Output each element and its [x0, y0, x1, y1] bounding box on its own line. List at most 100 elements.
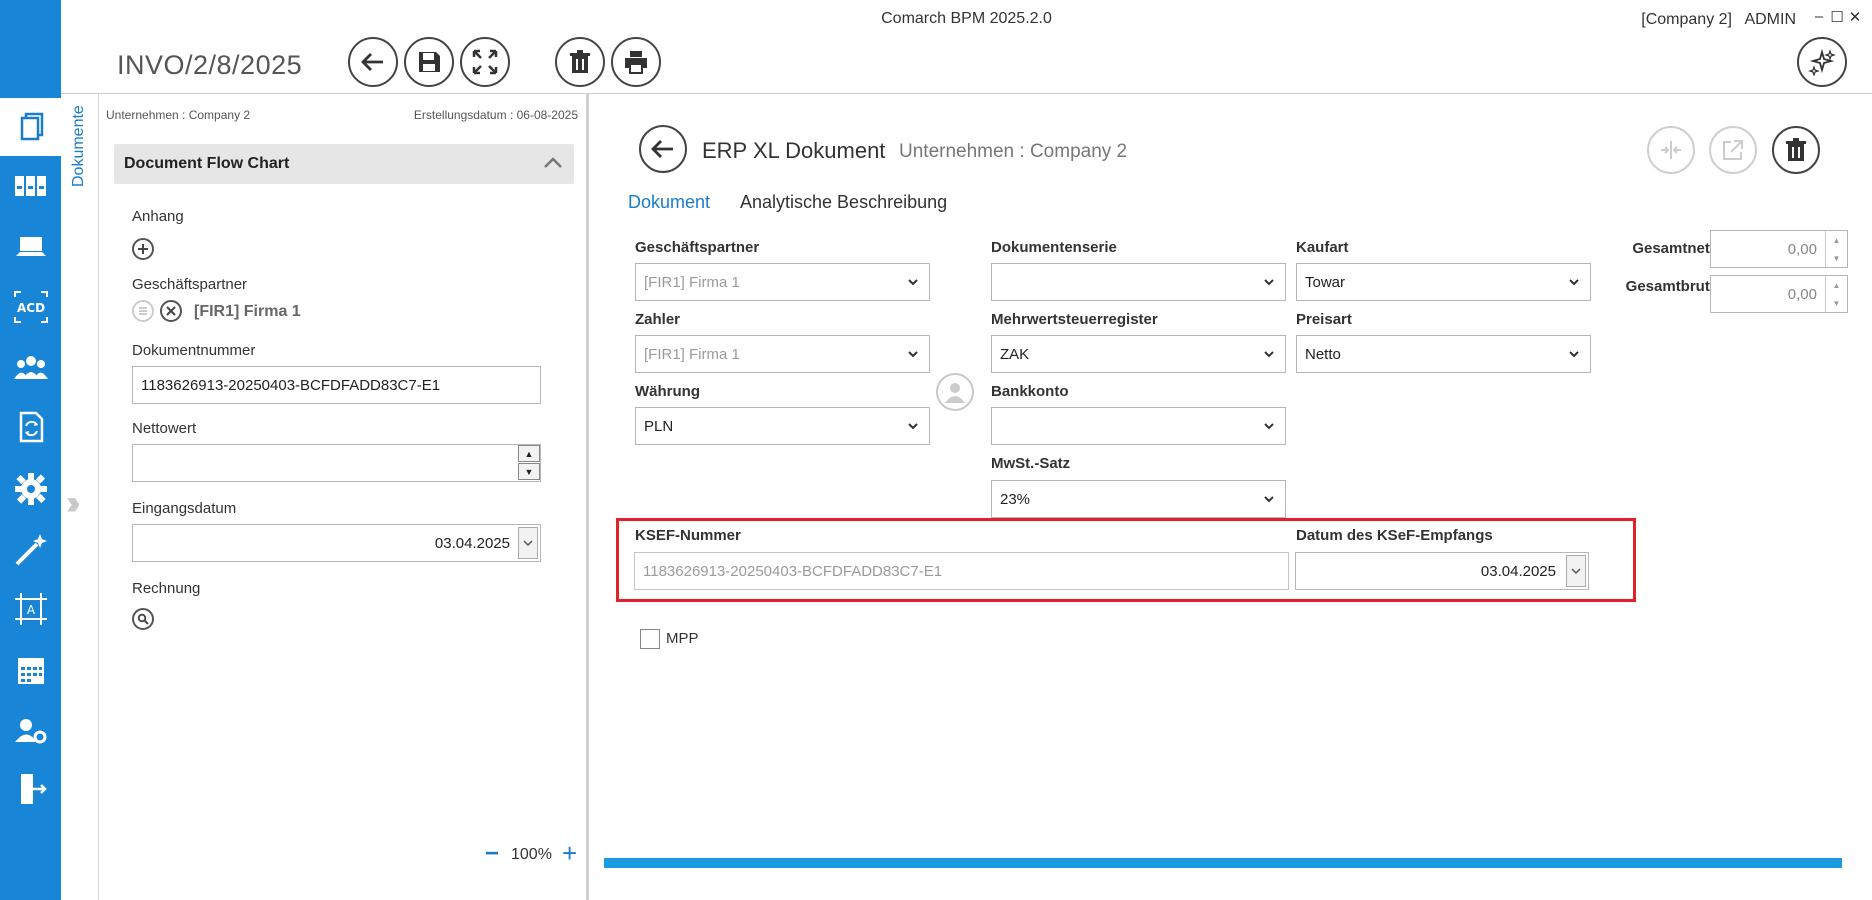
- tab-dokument[interactable]: Dokument: [628, 192, 710, 213]
- spin-down-button[interactable]: ▼: [518, 463, 540, 480]
- add-attachment-button[interactable]: [132, 238, 154, 260]
- flow-chart-header[interactable]: Document Flow Chart: [114, 144, 574, 184]
- minimize-button[interactable]: –: [1810, 8, 1828, 25]
- chevron-down-icon: [1264, 496, 1274, 503]
- ksef-date-field[interactable]: 03.04.2025: [1295, 552, 1589, 590]
- purchase-type-dropdown-value: Towar: [1305, 274, 1346, 291]
- spin-up-button[interactable]: ▲: [518, 445, 540, 462]
- documents-icon: [20, 112, 43, 141]
- ksef-date-picker-button[interactable]: [1566, 555, 1586, 587]
- company-indicator: [Company 2]: [1641, 11, 1732, 28]
- user-icon: [945, 383, 965, 403]
- vat-rate-dropdown-value: 23%: [1000, 491, 1031, 508]
- nav-workflow[interactable]: [0, 398, 61, 456]
- expand-panel-icon[interactable]: ››: [66, 484, 80, 523]
- chevron-down-icon: [1264, 423, 1274, 430]
- nav-users[interactable]: [0, 338, 61, 396]
- nav-workstation[interactable]: [0, 218, 61, 276]
- currency-dropdown-value: PLN: [644, 418, 674, 435]
- partner-dropdown[interactable]: [FIR1] Firma 1: [635, 263, 930, 301]
- total-net-field[interactable]: 0,00 ▲ ▼: [1710, 230, 1848, 268]
- receipt-date-label: Eingangsdatum: [132, 500, 237, 517]
- partner-list-button[interactable]: [132, 300, 154, 322]
- external-link-icon: [1723, 140, 1743, 160]
- bank-dropdown[interactable]: [991, 407, 1286, 445]
- partner-dropdown-value: [FIR1] Firma 1: [644, 274, 740, 291]
- net-value-input[interactable]: ▲ ▼: [132, 444, 541, 482]
- nav-wizard[interactable]: [0, 520, 61, 578]
- users-icon: [13, 356, 48, 379]
- logout-icon: [20, 774, 47, 804]
- purchase-type-dropdown[interactable]: Towar: [1296, 263, 1591, 301]
- fullscreen-button[interactable]: [460, 37, 510, 87]
- nav-ocr[interactable]: ACD: [0, 278, 61, 336]
- zoom-level: 100%: [511, 846, 552, 863]
- ai-sparkle-icon: [1808, 48, 1836, 76]
- delete-button[interactable]: [555, 37, 605, 87]
- binders-icon: [14, 176, 46, 196]
- svg-text:A: A: [26, 603, 35, 617]
- back-button[interactable]: [348, 37, 398, 87]
- save-button[interactable]: [404, 37, 454, 87]
- payer-dropdown[interactable]: [FIR1] Firma 1: [635, 335, 930, 373]
- chevron-up-icon[interactable]: [542, 152, 564, 174]
- gear-icon: [14, 473, 47, 505]
- ksef-number-field[interactable]: 1183626913-20250403-BCFDFADD83C7-E1: [634, 552, 1289, 590]
- series-field-label: Dokumentenserie: [991, 239, 1117, 256]
- total-net-value: 0,00: [1787, 241, 1817, 258]
- print-button[interactable]: [611, 37, 661, 87]
- attachment-label: Anhang: [132, 208, 184, 225]
- doc-number-input[interactable]: 1183626913-20250403-BCFDFADD83C7-E1: [132, 366, 541, 404]
- series-dropdown[interactable]: [991, 263, 1286, 301]
- partner-value[interactable]: [FIR1] Firma 1: [194, 303, 301, 321]
- currency-dropdown[interactable]: PLN: [635, 407, 930, 445]
- nav-documents[interactable]: [0, 98, 61, 156]
- form-back-button[interactable]: [639, 125, 687, 173]
- merge-button[interactable]: [1647, 126, 1695, 174]
- flow-chart-title: Document Flow Chart: [124, 155, 290, 172]
- ai-assistant-button[interactable]: [1797, 37, 1847, 87]
- nav-user-settings[interactable]: [0, 701, 61, 759]
- spin-up-button[interactable]: ▲: [1825, 231, 1847, 249]
- close-button[interactable]: ✕: [1846, 8, 1864, 26]
- total-gross-value: 0,00: [1787, 286, 1817, 303]
- maximize-button[interactable]: ☐: [1828, 8, 1846, 26]
- payer-contact-button[interactable]: [936, 373, 974, 411]
- laptop-icon: [15, 237, 46, 256]
- mpp-checkbox[interactable]: [640, 629, 660, 649]
- mpp-label: MPP: [666, 630, 699, 647]
- tab-analytics[interactable]: Analytische Beschreibung: [740, 192, 947, 213]
- fullscreen-icon: [472, 49, 498, 75]
- tab-documents-vertical[interactable]: Dokumente: [70, 100, 90, 192]
- receipt-date-input[interactable]: 03.04.2025: [132, 524, 541, 562]
- nav-calendar[interactable]: [0, 641, 61, 699]
- nav-form-designer[interactable]: A: [0, 580, 61, 638]
- open-external-button[interactable]: [1709, 126, 1757, 174]
- form-delete-button[interactable]: [1772, 126, 1820, 174]
- spin-up-button[interactable]: ▲: [1825, 276, 1847, 294]
- clear-partner-button[interactable]: [160, 300, 182, 322]
- invoice-search-button[interactable]: [132, 608, 154, 630]
- ksef-number-label: KSEF-Nummer: [635, 527, 741, 544]
- price-type-field-label: Preisart: [1296, 311, 1352, 328]
- document-side-panel: Unternehmen : Company 2 Erstellungsdatum…: [100, 94, 589, 900]
- date-picker-button[interactable]: [518, 527, 538, 559]
- vat-rate-dropdown[interactable]: 23%: [991, 480, 1286, 518]
- vat-register-dropdown-value: ZAK: [1000, 346, 1030, 363]
- nav-logout[interactable]: [0, 760, 61, 818]
- print-icon: [625, 51, 647, 74]
- purchase-type-field-label: Kaufart: [1296, 239, 1349, 256]
- nav-binders[interactable]: [0, 157, 61, 215]
- spin-down-button[interactable]: ▼: [1825, 294, 1847, 312]
- spin-down-button[interactable]: ▼: [1825, 249, 1847, 267]
- chevron-down-icon: [908, 351, 918, 358]
- nav-settings[interactable]: [0, 460, 61, 518]
- zoom-in-button[interactable]: +: [562, 838, 577, 869]
- zoom-out-button[interactable]: −: [485, 840, 499, 868]
- total-gross-field[interactable]: 0,00 ▲ ▼: [1710, 275, 1848, 313]
- ocr-icon: ACD: [13, 291, 48, 323]
- vat-register-dropdown[interactable]: ZAK: [991, 335, 1286, 373]
- price-type-dropdown[interactable]: Netto: [1296, 335, 1591, 373]
- main-form: ERP XL Dokument Unternehmen : Company 2 …: [592, 94, 1872, 900]
- vat-rate-field-label: MwSt.-Satz: [991, 455, 1071, 472]
